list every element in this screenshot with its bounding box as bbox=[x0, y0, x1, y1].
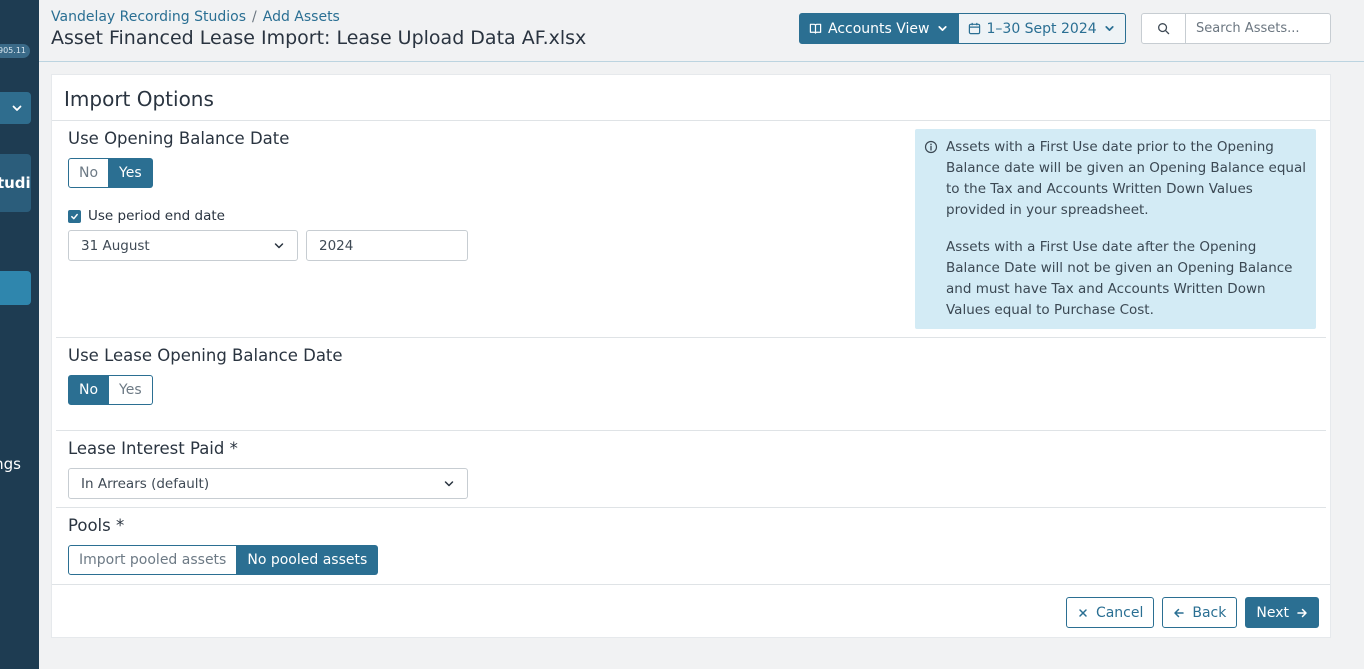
date-range-label: 1–30 Sept 2024 bbox=[986, 20, 1097, 37]
use-period-end-row: Use period end date bbox=[68, 208, 225, 224]
card-title: Import Options bbox=[64, 87, 214, 111]
lease-opening-balance-label: Use Lease Opening Balance Date bbox=[68, 346, 343, 365]
sidebar-toggle-button[interactable] bbox=[0, 92, 31, 124]
opening-balance-no[interactable]: No bbox=[68, 158, 110, 188]
version-badge: 905.11 bbox=[0, 44, 30, 58]
back-label: Back bbox=[1192, 604, 1227, 621]
month-select-value: 31 August bbox=[81, 237, 150, 254]
opening-balance-label: Use Opening Balance Date bbox=[68, 129, 290, 148]
accounts-view-label: Accounts View bbox=[828, 20, 930, 37]
date-range-button[interactable]: 1–30 Sept 2024 bbox=[958, 13, 1126, 44]
sidebar-item-settings[interactable]: Settings bbox=[0, 455, 39, 473]
footer-actions: Cancel Back Next bbox=[1065, 597, 1319, 628]
divider bbox=[56, 507, 1326, 508]
pools-label: Pools * bbox=[68, 516, 125, 535]
opening-balance-info: Assets with a First Use date prior to th… bbox=[915, 129, 1316, 329]
chevron-down-icon bbox=[1105, 26, 1114, 31]
divider bbox=[56, 337, 1326, 338]
chevron-down-icon bbox=[274, 242, 284, 248]
close-icon bbox=[1079, 608, 1087, 617]
back-button[interactable]: Back bbox=[1162, 597, 1238, 628]
sidebar-settings-label: Settings bbox=[0, 455, 21, 473]
arrow-right-icon bbox=[1297, 608, 1307, 617]
search-button[interactable] bbox=[1142, 14, 1186, 43]
divider bbox=[52, 120, 1330, 121]
lease-interest-select[interactable]: In Arrears (default) bbox=[68, 468, 468, 499]
opening-balance-toggle: No Yes bbox=[68, 158, 153, 188]
opening-balance-year-input[interactable]: 2024 bbox=[306, 230, 468, 261]
breadcrumb-link-add-assets[interactable]: Add Assets bbox=[263, 9, 340, 25]
pools-none-option[interactable]: No pooled assets bbox=[237, 545, 379, 575]
info-paragraph-2: Assets with a First Use date after the O… bbox=[946, 239, 1293, 318]
chevron-down-icon bbox=[937, 26, 947, 31]
book-icon bbox=[809, 23, 822, 34]
check-icon bbox=[71, 213, 78, 219]
sidebar-org-label: Studio bbox=[0, 174, 31, 192]
chevron-down-icon bbox=[12, 105, 22, 111]
divider bbox=[52, 584, 1330, 585]
opening-balance-month-select[interactable]: 31 August bbox=[68, 230, 298, 261]
search-icon bbox=[1158, 23, 1170, 35]
sidebar-org-switcher[interactable]: Studio bbox=[0, 154, 31, 212]
info-icon bbox=[924, 140, 938, 154]
lease-opening-balance-no[interactable]: No bbox=[68, 375, 110, 405]
pools-toggle: Import pooled assets No pooled assets bbox=[68, 545, 379, 575]
arrow-left-icon bbox=[1174, 608, 1185, 617]
cancel-label: Cancel bbox=[1095, 604, 1144, 621]
import-options-card: Import Options Use Opening Balance Date … bbox=[51, 74, 1331, 638]
breadcrumb-link-org[interactable]: Vandelay Recording Studios bbox=[51, 9, 246, 25]
calendar-icon bbox=[968, 22, 980, 35]
opening-balance-yes[interactable]: Yes bbox=[109, 158, 153, 188]
sidebar-item-active[interactable] bbox=[0, 271, 31, 305]
lease-interest-label: Lease Interest Paid * bbox=[68, 439, 238, 458]
cancel-button[interactable]: Cancel bbox=[1065, 597, 1155, 628]
breadcrumb: Vandelay Recording Studios / Add Assets bbox=[51, 9, 340, 25]
next-label: Next bbox=[1256, 604, 1289, 621]
info-paragraph-1: Assets with a First Use date prior to th… bbox=[946, 139, 1307, 218]
pools-import-option[interactable]: Import pooled assets bbox=[68, 545, 238, 575]
search-input[interactable] bbox=[1186, 21, 1326, 36]
lease-interest-value: In Arrears (default) bbox=[81, 475, 210, 492]
lease-opening-balance-yes[interactable]: Yes bbox=[109, 375, 153, 405]
next-button[interactable]: Next bbox=[1245, 597, 1319, 628]
search-box bbox=[1141, 13, 1331, 44]
view-controls: Accounts View 1–30 Sept 2024 bbox=[799, 13, 1126, 44]
accounts-view-button[interactable]: Accounts View bbox=[799, 13, 959, 44]
use-period-end-label: Use period end date bbox=[88, 208, 225, 224]
use-period-end-checkbox[interactable] bbox=[68, 209, 81, 223]
page-title: Asset Financed Lease Import: Lease Uploa… bbox=[51, 27, 587, 49]
lease-opening-balance-toggle: No Yes bbox=[68, 375, 153, 405]
page-header: Vandelay Recording Studios / Add Assets As… bbox=[39, 0, 1364, 62]
divider bbox=[56, 430, 1326, 431]
breadcrumb-separator: / bbox=[252, 9, 257, 25]
chevron-down-icon bbox=[444, 480, 454, 486]
sidebar: 905.11 Studio Settings bbox=[0, 0, 39, 669]
year-input-value: 2024 bbox=[319, 237, 354, 254]
